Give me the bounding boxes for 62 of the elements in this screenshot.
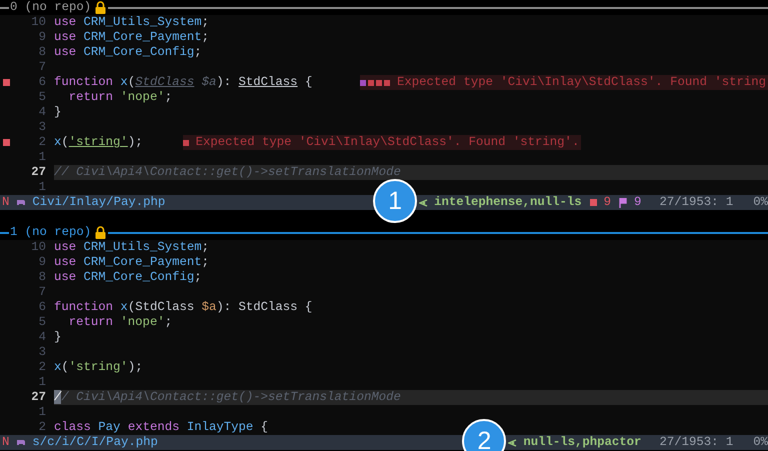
line-number: 1 xyxy=(38,150,46,165)
cursor-position: 27/1953: 1 xyxy=(659,195,734,210)
diagnostic-text: Expected type 'Civi\Inlay\StdClass'. Found 'string'. xyxy=(196,135,580,150)
line-number: 2 xyxy=(38,420,46,435)
line-number: 9 xyxy=(38,255,46,270)
line-number: 4 xyxy=(38,330,46,345)
line-number: 6 xyxy=(38,300,46,315)
window-title: 1 (no repo) xyxy=(10,225,92,240)
line-number: 7 xyxy=(38,60,46,75)
code-line: } xyxy=(54,330,62,345)
code-line: function x(StdClass $a): StdClass { xyxy=(54,75,312,90)
line-number: 9 xyxy=(38,30,46,45)
code-line: x('string'); xyxy=(54,360,143,375)
callout-badge: 1 xyxy=(373,179,418,223)
window-title: 0 (no repo) xyxy=(10,0,92,15)
error-count: 9 xyxy=(604,195,612,210)
line-number: 27 xyxy=(30,390,46,405)
line-number: 8 xyxy=(38,270,46,285)
line-number: 7 xyxy=(38,285,46,300)
line-number: 27 xyxy=(30,165,46,180)
line-number: 2 xyxy=(38,135,46,150)
line-number: 10 xyxy=(30,240,46,255)
line-number: 5 xyxy=(38,315,46,330)
lock-icon xyxy=(95,1,106,14)
line-number: 4 xyxy=(38,105,46,120)
cursor-position: 27/1953: 1 xyxy=(659,435,734,450)
file-path: s/c/i/C/I/Pay.php xyxy=(32,435,158,450)
lock-icon xyxy=(95,226,106,239)
line-number: 10 xyxy=(30,15,46,30)
line-number: 3 xyxy=(38,345,46,360)
line-number: 1 xyxy=(38,405,46,420)
code-line: } xyxy=(54,105,62,120)
line-number: 5 xyxy=(38,90,46,105)
code-line: use CRM_Utils_System; xyxy=(54,15,209,30)
scroll-percent: 0% xyxy=(753,195,768,210)
line-number: 2 xyxy=(38,360,46,375)
flag-icon xyxy=(619,198,628,208)
mode-indicator: N xyxy=(2,195,10,210)
file-path: Civi/Inlay/Pay.php xyxy=(32,195,166,210)
scroll-percent: 0% xyxy=(753,435,768,450)
diagnostic-text: Expected type 'Civi\Inlay\StdClass'. Found 'string xyxy=(397,75,766,90)
warning-count: 9 xyxy=(634,195,642,210)
mode-indicator: N xyxy=(2,435,10,450)
language-server-list: intelephense,null-ls xyxy=(434,195,582,210)
code-line: use CRM_Utils_System; xyxy=(54,240,209,255)
line-number: 1 xyxy=(38,180,46,195)
code-line: x('string'); xyxy=(54,135,143,150)
line-number: 1 xyxy=(38,375,46,390)
code-line: use CRM_Core_Payment; xyxy=(54,255,209,270)
error-icon xyxy=(590,199,597,206)
code-line: use CRM_Core_Payment; xyxy=(54,30,209,45)
code-line: // Civi\Api4\Contact::get()->setTranslationMode xyxy=(54,165,401,180)
line-number: 8 xyxy=(38,45,46,60)
line-number: 3 xyxy=(38,120,46,135)
line-number: 6 xyxy=(38,75,46,90)
code-line: return 'nope'; xyxy=(68,315,172,330)
code-line: use CRM_Core_Config; xyxy=(54,45,202,60)
code-line: return 'nope'; xyxy=(68,90,172,105)
code-line: function x(StdClass $a): StdClass { xyxy=(54,300,312,315)
language-server-list: null-ls,phpactor xyxy=(523,435,642,450)
code-line: class Pay extends InlayType { xyxy=(54,420,268,435)
code-line: use CRM_Core_Config; xyxy=(54,270,202,285)
